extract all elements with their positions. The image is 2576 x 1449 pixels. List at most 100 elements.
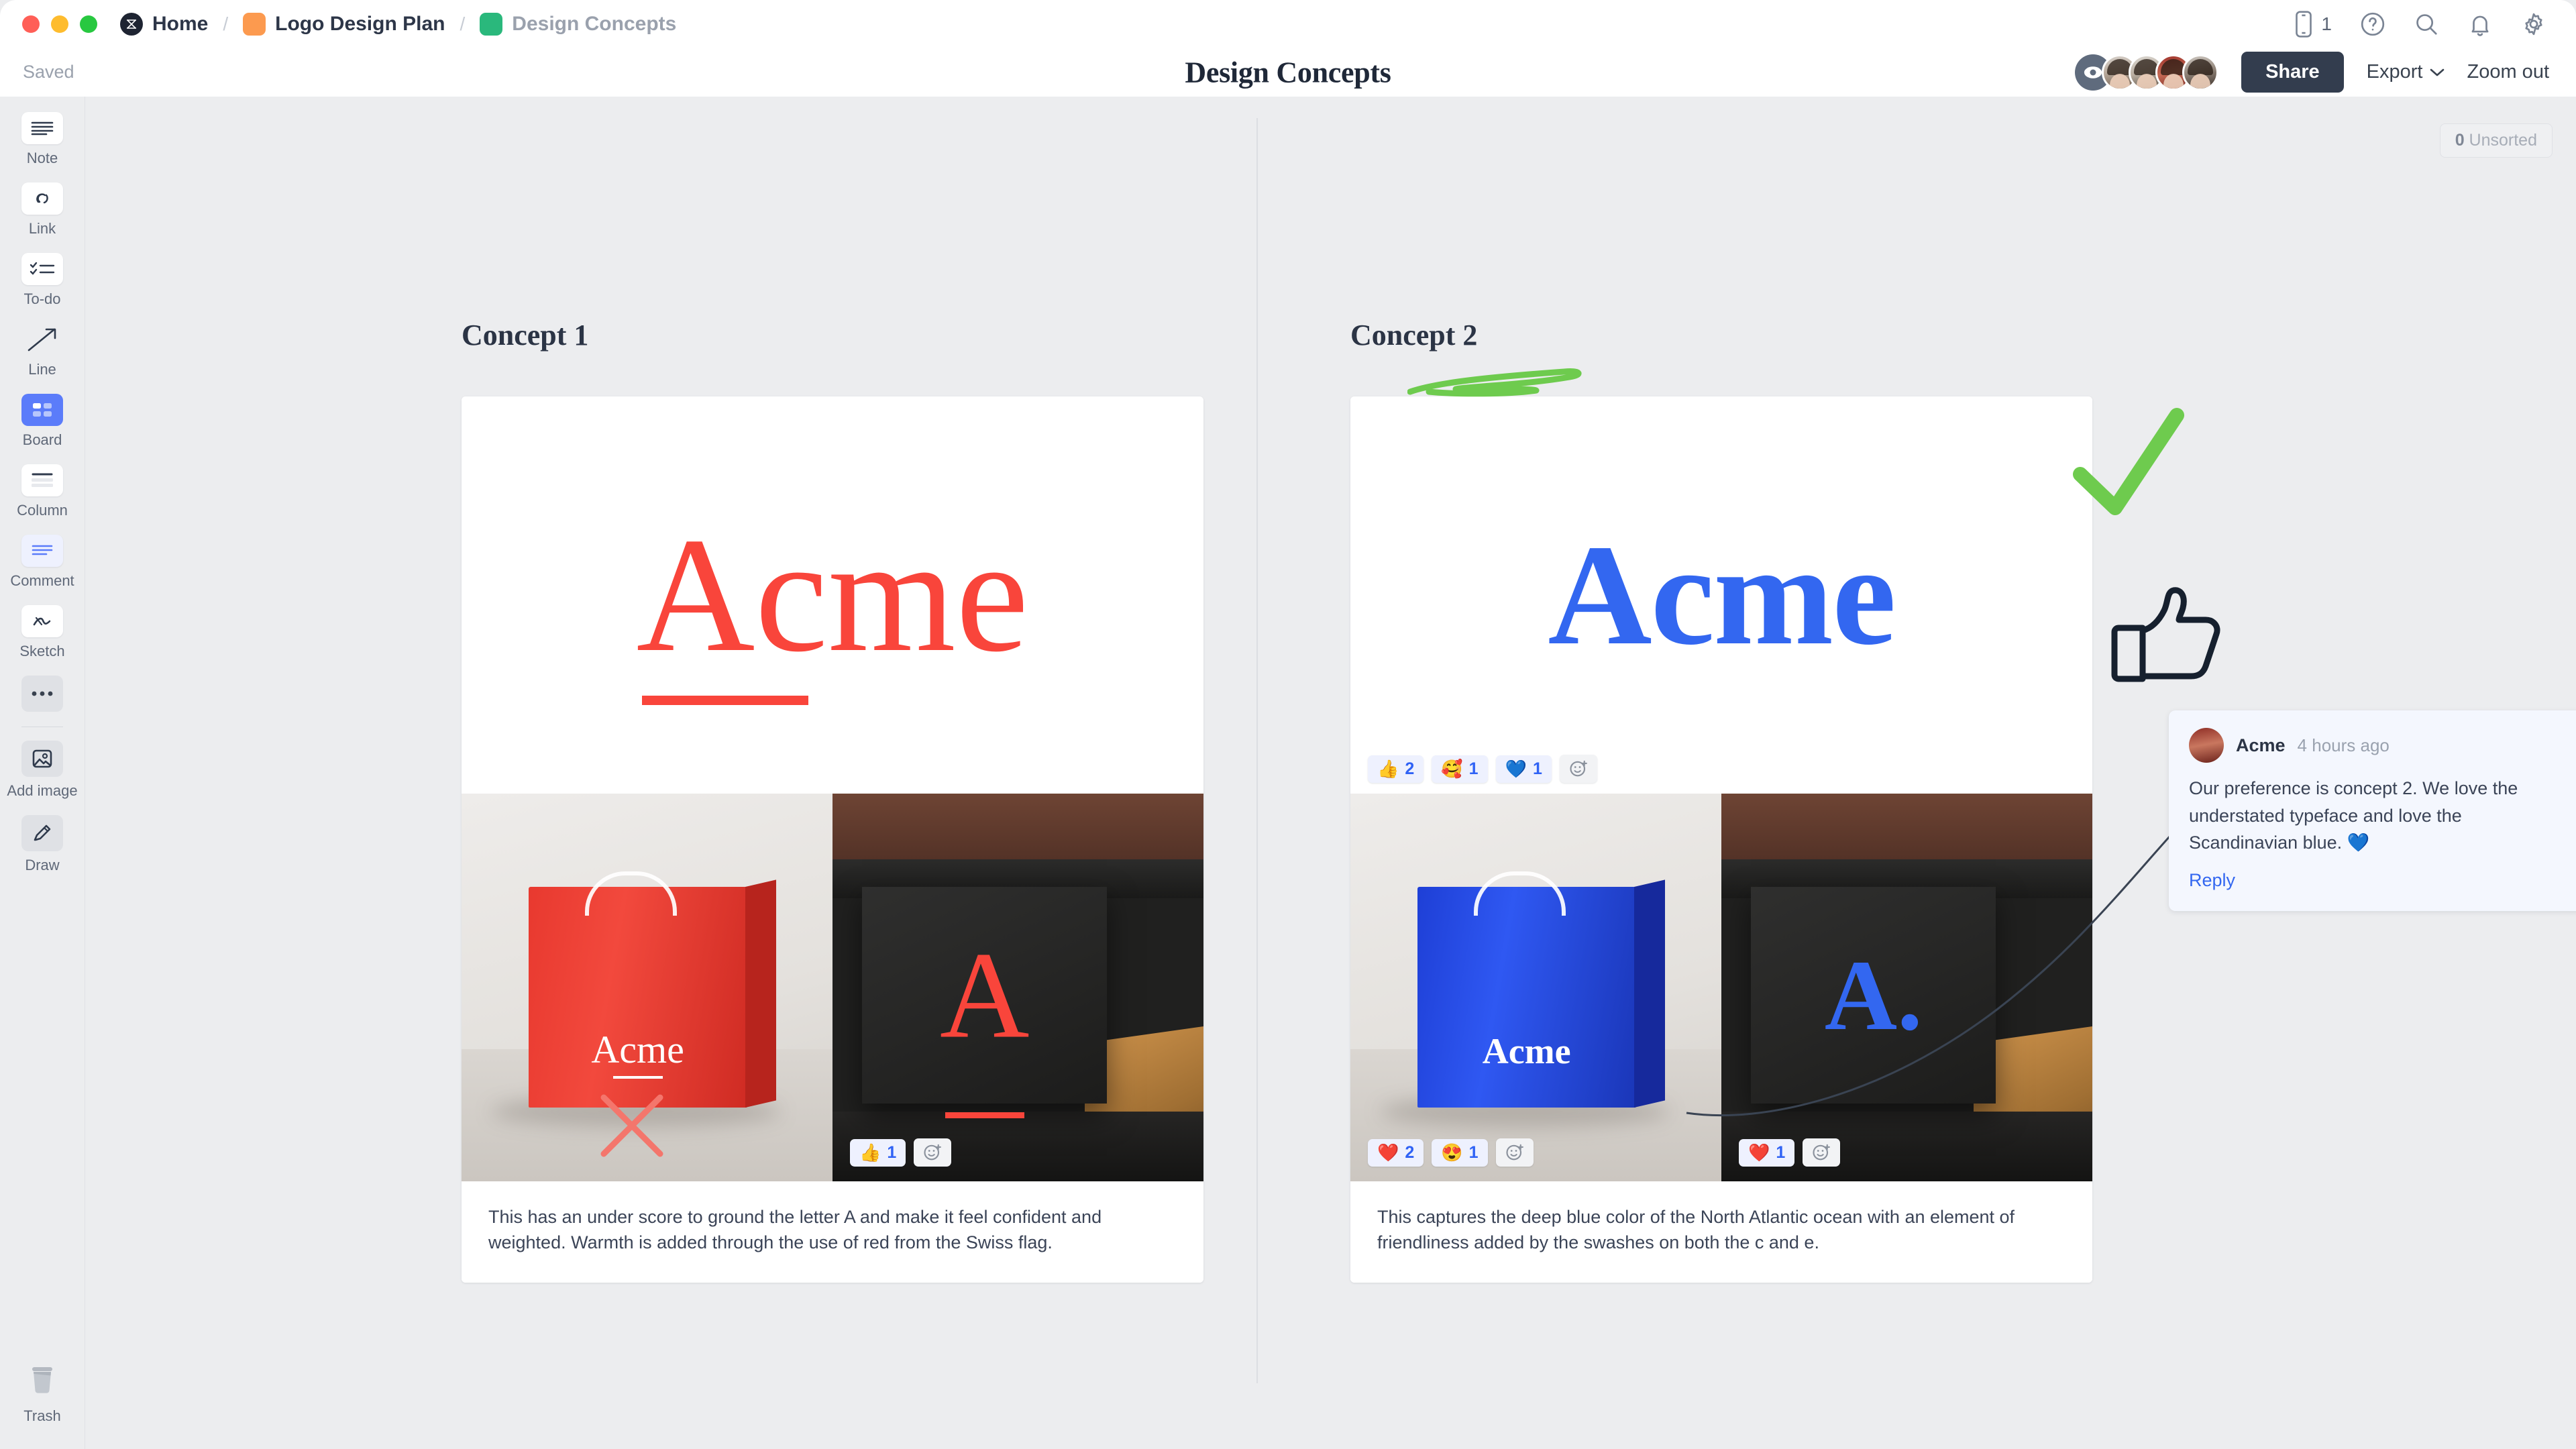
add-reaction-button[interactable]	[1559, 755, 1597, 783]
storefront-sign: A.	[1751, 886, 1996, 1104]
breadcrumb-item-home[interactable]: Home	[120, 12, 208, 36]
concept-2-bag-mockup[interactable]: Acme ❤️ 2 😍 1	[1350, 794, 1721, 1181]
collaborator-avatars[interactable]	[2075, 54, 2219, 91]
minimize-window-button[interactable]	[51, 15, 68, 33]
sidebar-item-more[interactable]	[0, 676, 85, 712]
thumbs-up-icon: 👍	[1377, 759, 1399, 779]
comment-card[interactable]: Acme 4 hours ago Our preference is conce…	[2169, 710, 2576, 911]
mobile-count: 1	[2321, 13, 2332, 34]
breadcrumb-item-page[interactable]: Design Concepts	[480, 12, 677, 36]
share-button[interactable]: Share	[2241, 52, 2344, 93]
unsorted-label: Unsorted	[2469, 131, 2537, 150]
sidebar-label-comment: Comment	[10, 572, 74, 589]
gear-icon	[2525, 13, 2542, 35]
shopping-bag: Acme	[1417, 871, 1665, 1108]
concept-2-caption[interactable]: This captures the deep blue color of the…	[1350, 1181, 2092, 1283]
bell-icon	[2471, 15, 2489, 36]
settings-button[interactable]	[2521, 11, 2546, 37]
concept-1-card[interactable]: Acme Acme A 👍 1 This has an under score …	[462, 396, 1203, 1283]
board-canvas[interactable]: 0 Unsorted Concept 1 Acme Acme A 👍 1 Thi…	[86, 97, 2576, 1449]
comment-header: Acme 4 hours ago	[2189, 728, 2565, 763]
add-reaction-button[interactable]	[1495, 1138, 1534, 1167]
sidebar-label-todo: To-do	[23, 290, 61, 307]
sidebar-item-trash[interactable]: Trash	[23, 1364, 61, 1425]
breadcrumb: Home / Logo Design Plan / Design Concept…	[120, 12, 677, 36]
reaction-pill[interactable]: ❤️ 2	[1368, 1138, 1424, 1167]
heart-eyes-icon: 😍	[1441, 1142, 1463, 1163]
avatar[interactable]	[2182, 54, 2219, 91]
reaction-pill[interactable]: 😍 1	[1432, 1138, 1488, 1167]
add-reaction-icon	[1570, 760, 1587, 777]
reaction-pill[interactable]: 💙 1	[1495, 755, 1552, 783]
sidebar-item-board[interactable]: Board	[0, 394, 85, 449]
concept-1-bag-mockup[interactable]: Acme	[462, 794, 833, 1181]
concept-2-title[interactable]: Concept 2	[1350, 318, 1477, 352]
concept-1-store-reactions: 👍 1	[850, 1138, 952, 1167]
app-window: Home / Logo Design Plan / Design Concept…	[0, 0, 2576, 1449]
reaction-pill[interactable]: ❤️ 1	[1739, 1138, 1795, 1167]
sidebar-item-todo[interactable]: To-do	[0, 253, 85, 308]
zoom-out-button[interactable]: Zoom out	[2467, 61, 2550, 83]
concept-2-store-reactions: ❤️ 1	[1739, 1138, 1841, 1167]
project-color-icon	[243, 12, 266, 36]
sidebar-item-note[interactable]: Note	[0, 112, 85, 167]
concept-1-title[interactable]: Concept 1	[462, 318, 588, 352]
add-image-icon	[21, 741, 63, 777]
export-label: Export	[2366, 61, 2423, 83]
help-icon	[2361, 12, 2385, 36]
concept-1-logo-panel[interactable]: Acme	[462, 396, 1203, 794]
sidebar-item-sketch[interactable]: Sketch	[0, 605, 85, 660]
sidebar-label-add-image: Add image	[7, 782, 78, 799]
breadcrumb-page-label: Design Concepts	[512, 12, 677, 35]
help-button[interactable]	[2360, 11, 2385, 37]
sidebar-label-link: Link	[28, 220, 56, 237]
notifications-button[interactable]	[2467, 11, 2493, 37]
concept-2-wordmark: Acme	[1548, 523, 1896, 667]
unsorted-badge[interactable]: 0 Unsorted	[2439, 123, 2553, 158]
reaction-pill[interactable]: 👍 1	[850, 1138, 906, 1167]
avatar	[2189, 728, 2224, 763]
reply-link[interactable]: Reply	[2189, 870, 2235, 891]
sketch-icon	[21, 605, 63, 637]
reaction-count: 1	[1468, 759, 1479, 778]
breadcrumb-item-project[interactable]: Logo Design Plan	[243, 12, 445, 36]
column-divider	[1256, 118, 1258, 1383]
concept-1-underscore	[641, 695, 808, 705]
concept-2-storefront-mockup[interactable]: A. ❤️ 1	[1721, 794, 2092, 1181]
reaction-count: 2	[1405, 759, 1415, 778]
reaction-pill[interactable]: 🥰 1	[1432, 755, 1488, 783]
reaction-pill[interactable]: 👍 2	[1368, 755, 1424, 783]
reaction-count: 1	[1776, 1142, 1786, 1162]
add-reaction-button[interactable]	[914, 1138, 952, 1167]
close-window-button[interactable]	[22, 15, 40, 33]
chevron-down-icon	[2430, 68, 2444, 76]
search-button[interactable]	[2414, 11, 2439, 37]
reaction-count: 1	[887, 1142, 897, 1162]
shopping-bag: Acme	[528, 871, 776, 1108]
sidebar-item-line[interactable]: Line	[0, 323, 85, 378]
concept-1-storefront-mockup[interactable]: A 👍 1	[833, 794, 1203, 1181]
breadcrumb-separator-1: /	[223, 13, 229, 34]
document-toolbar-actions: Share Export Zoom out	[2075, 52, 2549, 93]
export-button[interactable]: Export	[2367, 61, 2445, 83]
mobile-icon	[2296, 10, 2312, 38]
concept-2-wordmark-text: Acme	[1548, 514, 1896, 675]
sidebar-item-link[interactable]: Link	[0, 182, 85, 237]
smiling-face-with-hearts-icon: 🥰	[1441, 759, 1463, 779]
add-reaction-button[interactable]	[1803, 1138, 1841, 1167]
concept-2-card[interactable]: Acme 👍 2 🥰 1 💙 1 Acme ❤️ 2 😍 1 A. ❤️ 1 T…	[1350, 396, 2092, 1283]
sidebar-item-draw[interactable]: Draw	[0, 815, 85, 874]
comment-body: Our preference is concept 2. We love the…	[2189, 778, 2518, 853]
sidebar-item-comment[interactable]: Comment	[0, 535, 85, 590]
maximize-window-button[interactable]	[80, 15, 97, 33]
line-icon	[21, 323, 63, 356]
sidebar-item-column[interactable]: Column	[0, 464, 85, 519]
storefront-letter: A	[939, 926, 1030, 1065]
concept-2-logo-panel[interactable]: Acme 👍 2 🥰 1 💙 1	[1350, 396, 2092, 794]
sidebar-item-add-image[interactable]: Add image	[0, 741, 85, 800]
comment-icon	[21, 535, 63, 567]
mobile-preview-button[interactable]: 1	[2293, 10, 2332, 38]
concept-1-wordmark-text: Acme	[636, 504, 1029, 686]
blue-heart-icon: 💙	[1505, 759, 1527, 779]
concept-1-caption[interactable]: This has an under score to ground the le…	[462, 1181, 1203, 1283]
